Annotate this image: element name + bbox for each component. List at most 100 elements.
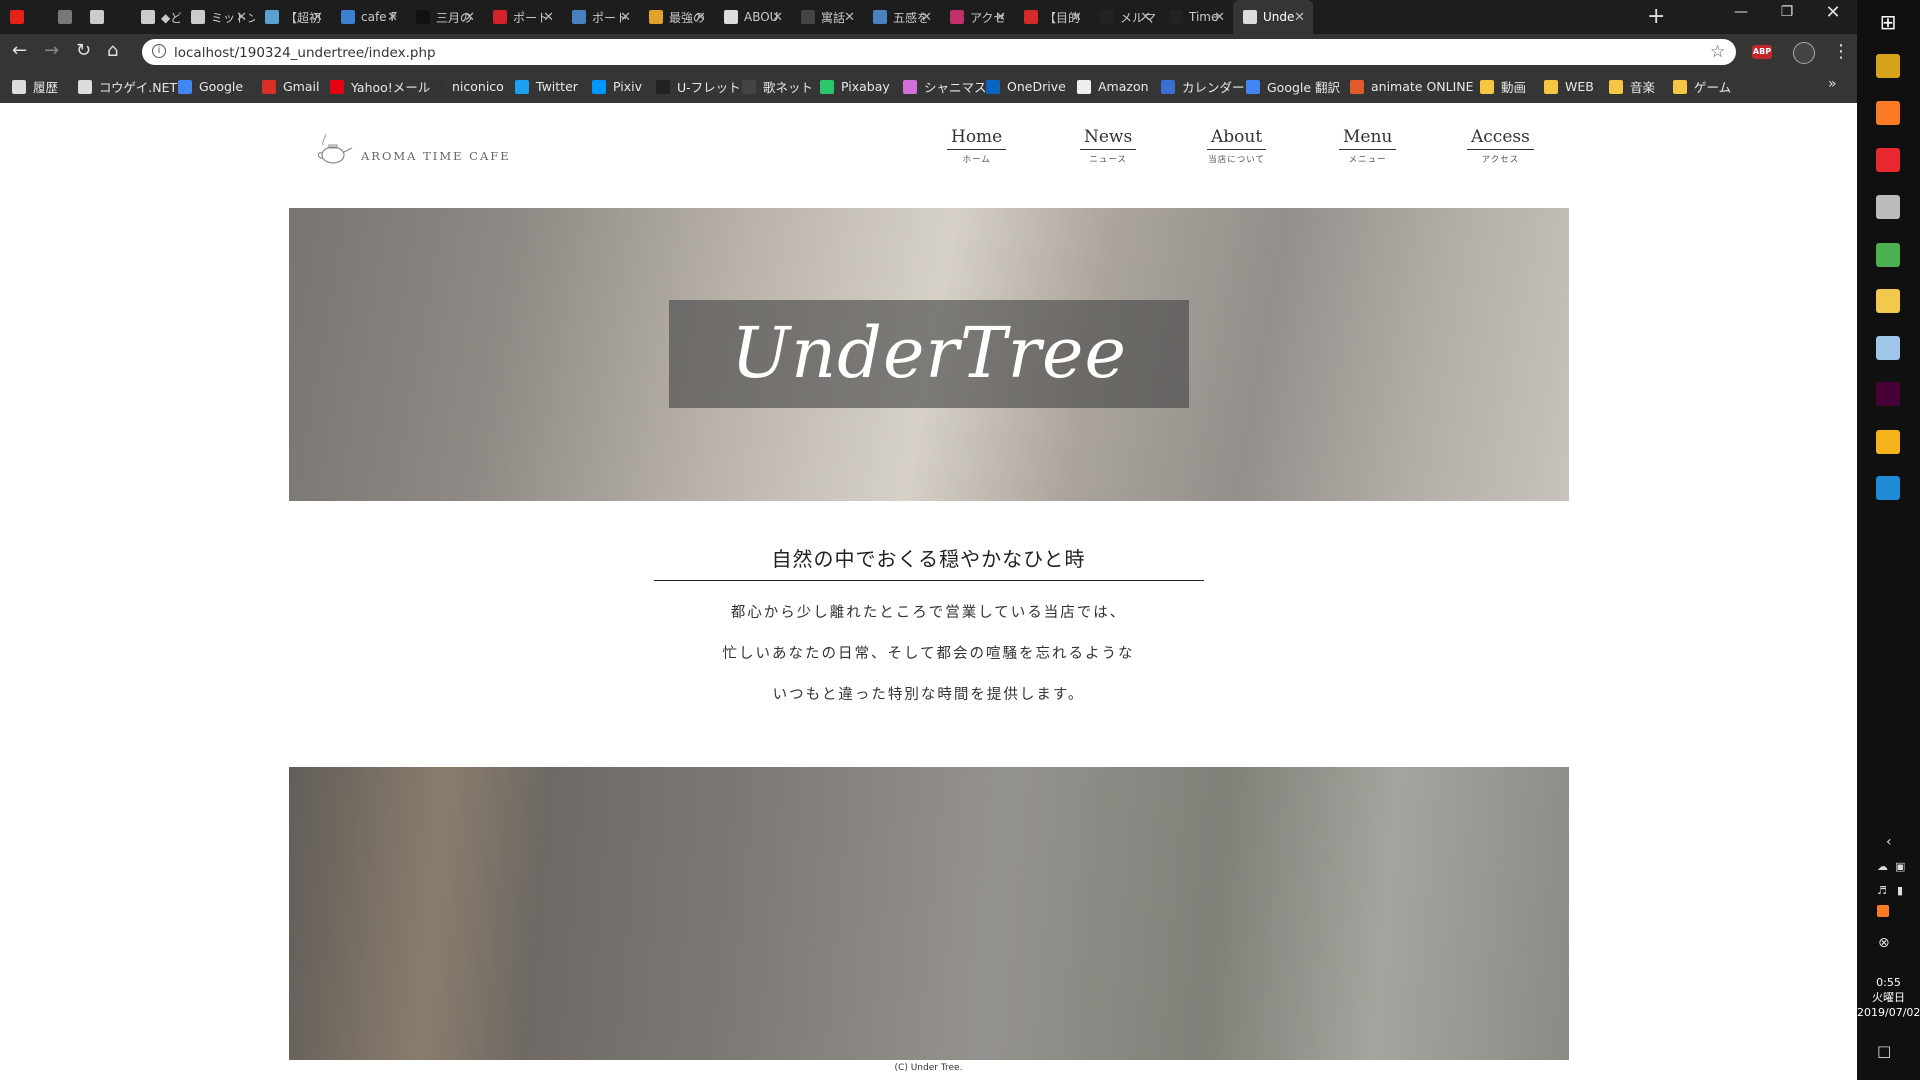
browser-tab[interactable]: Time ✕ <box>1159 0 1233 34</box>
browser-tab[interactable] <box>80 0 131 34</box>
site-info-icon[interactable]: i <box>152 44 166 58</box>
tab-close-icon[interactable]: ✕ <box>1214 10 1225 25</box>
browser-tab[interactable]: Unde ✕ <box>1233 0 1313 34</box>
xampp-app-icon[interactable] <box>1876 101 1900 125</box>
bookmark-item[interactable]: 歌ネット <box>742 70 813 103</box>
browser-tab[interactable]: アクセ ✕ <box>940 0 1014 34</box>
tab-close-icon[interactable]: ✕ <box>620 10 631 25</box>
tab-close-icon[interactable]: ✕ <box>695 10 706 25</box>
url-text[interactable]: localhost/190324_undertree/index.php <box>174 45 436 61</box>
site-title: UnderTree <box>731 312 1127 394</box>
browser-tab[interactable]: ◆どう <box>131 0 181 34</box>
bookmark-star-icon[interactable]: ☆ <box>1710 42 1725 62</box>
tab-close-icon[interactable]: ✕ <box>921 10 932 25</box>
bookmark-item[interactable]: シャニマス <box>903 70 987 103</box>
bookmark-item[interactable]: animate ONLINE <box>1350 70 1474 103</box>
browser-tab[interactable]: ABOU ✕ <box>714 0 791 34</box>
bookmark-item[interactable]: 動画 <box>1480 70 1526 103</box>
browser-tab[interactable]: 最強の ✕ <box>639 0 714 34</box>
reload-icon[interactable]: ↻ <box>76 40 91 61</box>
tab-close-icon[interactable]: ✕ <box>236 10 247 25</box>
xmind-app-icon[interactable] <box>1876 148 1900 172</box>
nav-menu[interactable]: Menu メニュー <box>1339 127 1397 165</box>
tab-close-icon[interactable]: ✕ <box>844 10 855 25</box>
nav-home[interactable]: Home ホーム <box>947 127 1007 165</box>
browser-tab[interactable] <box>48 0 80 34</box>
browser-tab[interactable]: 【目的 ✕ <box>1014 0 1090 34</box>
tab-close-icon[interactable]: ✕ <box>543 10 554 25</box>
bookmark-item[interactable]: コウゲイ.NET <box>78 70 177 103</box>
tab-close-icon[interactable]: ✕ <box>1140 10 1151 25</box>
new-tab-button[interactable]: + <box>1647 4 1665 29</box>
bookmark-item[interactable]: カレンダー <box>1161 70 1245 103</box>
tab-close-icon[interactable]: ✕ <box>1071 10 1082 25</box>
notification-icon[interactable]: □ <box>1877 1042 1891 1060</box>
bookmark-item[interactable]: ゲーム <box>1673 70 1731 103</box>
browser-tab[interactable]: 五感を ✕ <box>863 0 940 34</box>
forward-icon[interactable]: → <box>44 40 59 61</box>
bookmark-favicon-icon <box>1609 79 1623 94</box>
tab-close-icon[interactable]: ✕ <box>995 10 1006 25</box>
chevron-left-icon[interactable]: ‹ <box>1886 834 1892 850</box>
browser-tab[interactable]: 【超初 ✕ <box>255 0 331 34</box>
taskbar-clock[interactable]: 0:55 火曜日 2019/07/02 <box>1857 975 1920 1020</box>
bookmark-item[interactable]: OneDrive <box>986 70 1066 103</box>
more-bookmarks-icon[interactable]: » <box>1828 76 1837 92</box>
minimize-button[interactable]: — <box>1718 4 1764 20</box>
nav-access[interactable]: Access アクセス <box>1467 127 1534 165</box>
tab-close-icon[interactable]: ✕ <box>772 10 783 25</box>
browser-tab[interactable]: ポート ✕ <box>562 0 639 34</box>
browser-tab[interactable]: 寓話 ✕ <box>791 0 863 34</box>
bookmark-item[interactable]: Google 翻訳 <box>1246 70 1340 103</box>
disk-app-icon[interactable] <box>1876 195 1900 219</box>
bookmark-item[interactable]: 音楽 <box>1609 70 1655 103</box>
browser-tab[interactable]: cafe F ✕ <box>331 0 406 34</box>
bookmark-item[interactable]: Gmail <box>262 70 319 103</box>
site-logo[interactable]: AROMA TIME CAFE <box>315 131 511 165</box>
cloud-icon[interactable]: ☁ <box>1877 860 1888 873</box>
bookmark-item[interactable]: WEB <box>1544 70 1594 103</box>
restore-button[interactable]: ❐ <box>1764 4 1810 20</box>
nav-label: Menu <box>1339 127 1397 150</box>
windows-start-icon[interactable]: ⊞ <box>1876 10 1900 34</box>
bookmark-item[interactable]: Pixiv <box>592 70 642 103</box>
browser-tab[interactable] <box>0 0 48 34</box>
browser-tab[interactable]: 三月の ✕ <box>406 0 483 34</box>
explorer-app-icon[interactable] <box>1876 289 1900 313</box>
back-icon[interactable]: ← <box>12 40 27 61</box>
battery-icon[interactable]: ▮ <box>1897 884 1903 897</box>
network-icon[interactable]: ▣ <box>1895 860 1905 873</box>
home-icon[interactable]: ⌂ <box>107 40 118 61</box>
browser-tab[interactable]: ポート ✕ <box>483 0 562 34</box>
bookmark-item[interactable]: niconico <box>431 70 504 103</box>
profile-avatar[interactable] <box>1793 42 1815 64</box>
bookmark-item[interactable]: 履歴 <box>12 70 58 103</box>
ftp-app-icon[interactable] <box>1876 54 1900 78</box>
nav-news[interactable]: News ニュース <box>1080 127 1137 165</box>
bookmark-item[interactable]: U-フレット <box>656 70 741 103</box>
bookmark-item[interactable]: Yahoo!メール <box>330 70 430 103</box>
adblock-icon[interactable]: ABP <box>1752 45 1772 59</box>
volume-icon[interactable]: ♬ <box>1877 884 1887 897</box>
browser-tab[interactable]: メルマ ✕ <box>1090 0 1159 34</box>
close-window-button[interactable]: ✕ <box>1810 2 1856 23</box>
xampp-tray-icon[interactable] <box>1877 905 1889 917</box>
tab-close-icon[interactable]: ✕ <box>312 10 323 25</box>
nav-about[interactable]: About 当店について <box>1207 127 1267 165</box>
browser-tab[interactable]: ミットン ✕ <box>181 0 255 34</box>
bookmark-item[interactable]: Amazon <box>1077 70 1149 103</box>
tab-label: Unde <box>1263 10 1295 24</box>
bookmark-item[interactable]: Google <box>178 70 243 103</box>
chrome-app-icon[interactable] <box>1876 243 1900 267</box>
tab-close-icon[interactable]: ✕ <box>1294 10 1305 25</box>
adobe-xd-app-icon[interactable] <box>1876 382 1900 406</box>
tab-close-icon[interactable]: ✕ <box>387 10 398 25</box>
status-x-icon[interactable]: ⊗ <box>1878 935 1890 951</box>
notes-app-icon[interactable] <box>1876 336 1900 360</box>
browser-menu-icon[interactable]: ⋮ <box>1832 41 1850 62</box>
bookmark-item[interactable]: Twitter <box>515 70 578 103</box>
chrome-canary-app-icon[interactable] <box>1876 430 1900 454</box>
bookmark-item[interactable]: Pixabay <box>820 70 890 103</box>
vscode-app-icon[interactable] <box>1876 476 1900 500</box>
tab-close-icon[interactable]: ✕ <box>464 10 475 25</box>
